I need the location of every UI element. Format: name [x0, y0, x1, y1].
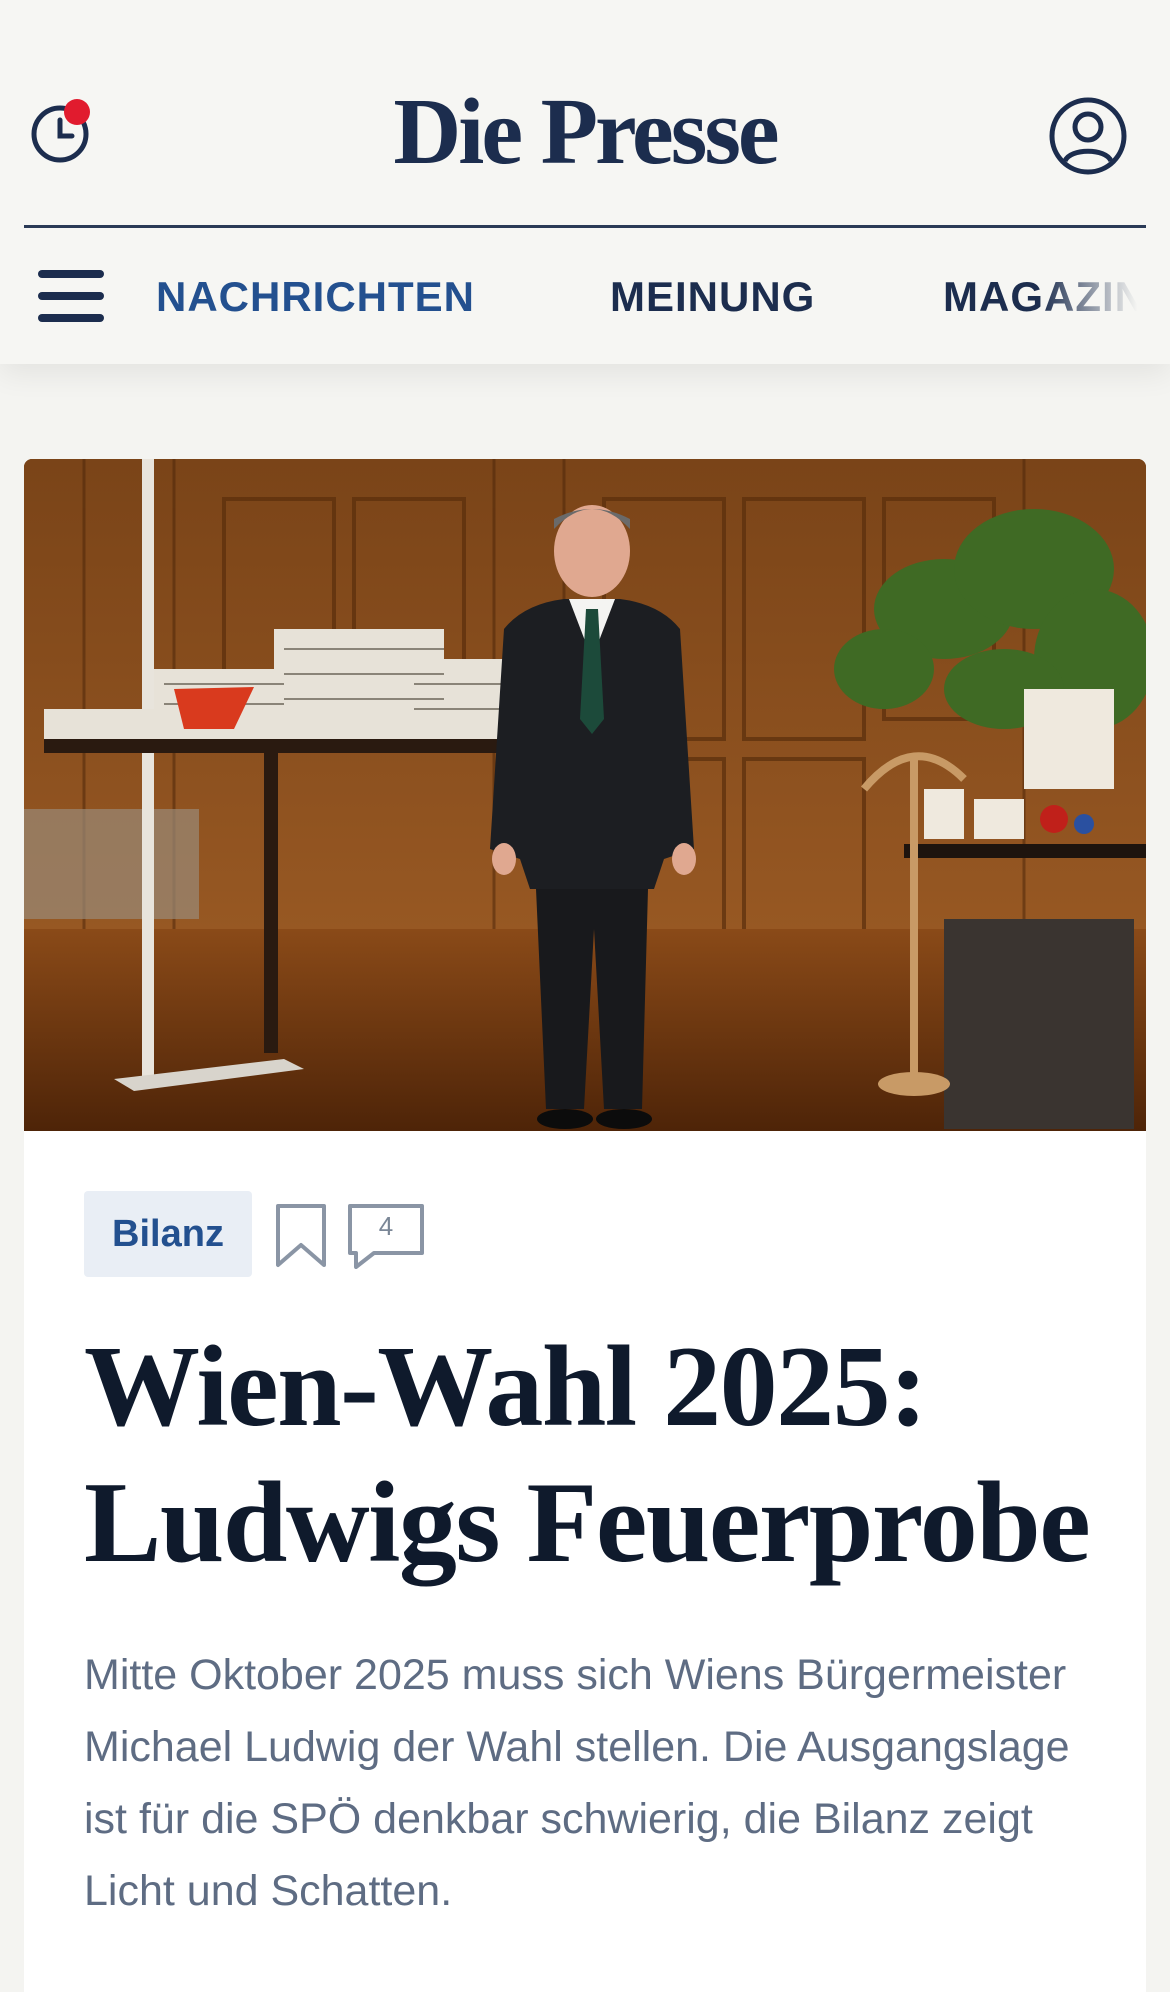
- nav-item-nachrichten[interactable]: NACHRICHTEN: [156, 272, 475, 322]
- comments-button[interactable]: 4: [346, 1203, 426, 1269]
- header-divider: [24, 225, 1146, 228]
- nav-scroll-fade: [1040, 250, 1170, 340]
- bookmark-icon: [276, 1204, 326, 1267]
- article-title[interactable]: Wien-Wahl 2025: Ludwigs Feuerprobe: [84, 1319, 1104, 1591]
- nav-item-meinung[interactable]: MEINUNG: [610, 272, 815, 322]
- menu-icon-bar: [38, 292, 104, 300]
- article-card[interactable]: Bilanz 4 Wien-Wahl 2025: Ludwigs Feuerpr…: [24, 459, 1146, 1992]
- menu-icon-bar: [38, 314, 104, 322]
- site-logo[interactable]: Die Presse: [0, 82, 1170, 182]
- hero-image[interactable]: [24, 459, 1146, 1131]
- menu-button[interactable]: [38, 268, 106, 324]
- article-lead: Mitte Oktober 2025 muss sich Wiens Bürge…: [84, 1651, 1070, 1915]
- hero-photo: [24, 459, 1146, 1131]
- menu-icon-bar: [38, 270, 104, 278]
- account-button[interactable]: [1048, 96, 1128, 176]
- user-icon: [1049, 97, 1127, 175]
- bookmark-button[interactable]: [274, 1203, 328, 1269]
- category-tag[interactable]: Bilanz: [84, 1191, 252, 1277]
- comment-count: 4: [378, 1211, 394, 1241]
- site-header: Die Presse NACHRICHTEN MEINUNG MAGAZIN: [0, 0, 1170, 364]
